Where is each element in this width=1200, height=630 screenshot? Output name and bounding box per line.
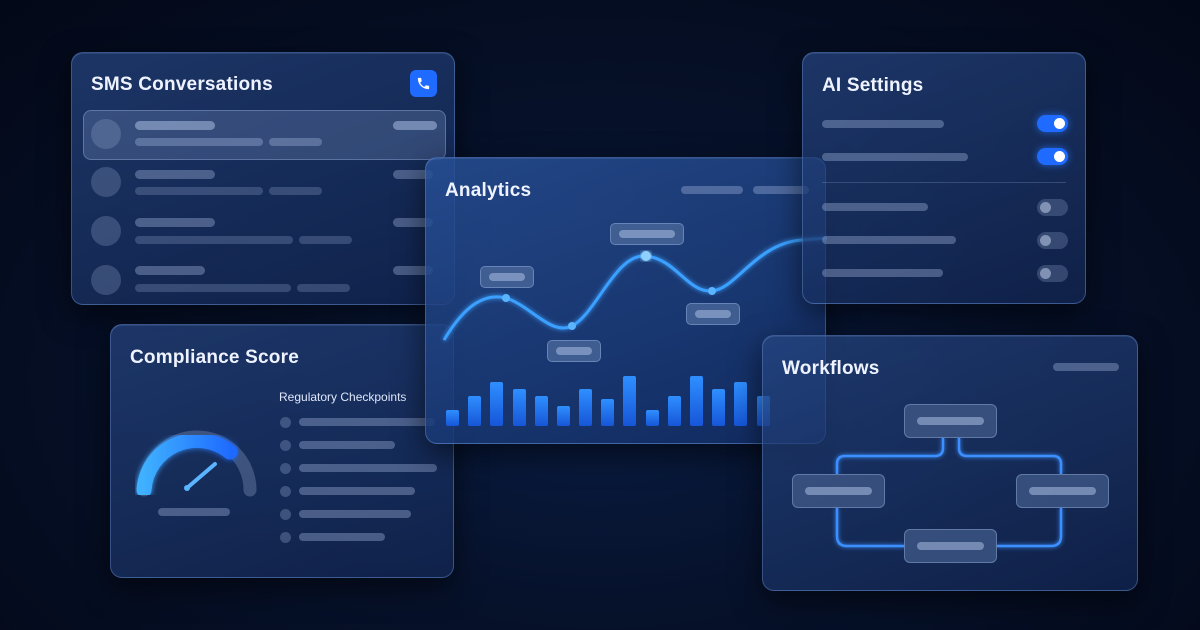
checkpoint-item — [299, 418, 435, 426]
node-label-placeholder — [917, 542, 984, 550]
checkpoint-dot — [280, 509, 291, 520]
checkpoint-dot — [280, 440, 291, 451]
message-preview-placeholder — [299, 236, 352, 244]
checkpoint-item — [299, 464, 437, 472]
message-preview-placeholder — [135, 187, 263, 195]
ai-settings-title: AI Settings — [822, 75, 924, 96]
tooltip-value-placeholder — [619, 230, 675, 238]
divider — [822, 182, 1066, 183]
score-label-placeholder — [158, 508, 230, 516]
phone-icon — [417, 77, 430, 90]
workflow-node[interactable] — [1016, 474, 1109, 508]
data-point-tooltip — [547, 340, 601, 362]
avatar — [91, 119, 121, 149]
avatar — [91, 265, 121, 295]
checkpoint-item — [299, 441, 395, 449]
tooltip-value-placeholder — [489, 273, 525, 281]
setting-toggle[interactable] — [1037, 148, 1068, 165]
setting-label-placeholder — [822, 153, 968, 161]
checkpoint-dot — [280, 532, 291, 543]
conversation-row[interactable] — [83, 110, 446, 160]
setting-toggle[interactable] — [1037, 232, 1068, 249]
workflow-node[interactable] — [904, 529, 997, 563]
checkpoint-item — [299, 510, 411, 518]
sms-conversations-panel: SMS Conversations — [71, 52, 455, 305]
setting-label-placeholder — [822, 120, 944, 128]
checkpoint-dot — [280, 417, 291, 428]
checkpoint-dot — [280, 486, 291, 497]
setting-label-placeholder — [822, 269, 943, 277]
ai-settings-panel: AI Settings — [802, 52, 1086, 304]
checkpoint-dot — [280, 463, 291, 474]
checkpoint-item — [299, 533, 385, 541]
data-point-tooltip — [610, 223, 684, 245]
compliance-panel-title: Compliance Score — [130, 347, 299, 368]
workflows-panel: Workflows — [762, 335, 1138, 591]
sms-panel-title: SMS Conversations — [91, 74, 273, 95]
tooltip-value-placeholder — [556, 347, 592, 355]
setting-toggle[interactable] — [1037, 199, 1068, 216]
avatar — [91, 167, 121, 197]
checkpoint-item — [299, 487, 415, 495]
gauge-icon — [136, 430, 257, 498]
message-preview-placeholder — [297, 284, 350, 292]
message-preview-placeholder — [135, 138, 263, 146]
setting-toggle[interactable] — [1037, 115, 1068, 132]
setting-label-placeholder — [822, 203, 928, 211]
setting-label-placeholder — [822, 236, 956, 244]
contact-name-placeholder — [135, 121, 215, 130]
call-button[interactable] — [410, 70, 437, 97]
node-label-placeholder — [917, 417, 984, 425]
data-point-tooltip — [686, 303, 740, 325]
timestamp-placeholder — [393, 121, 437, 130]
message-preview-placeholder — [135, 284, 291, 292]
avatar — [91, 216, 121, 246]
message-preview-placeholder — [135, 236, 293, 244]
data-point-tooltip — [480, 266, 534, 288]
contact-name-placeholder — [135, 266, 205, 275]
compliance-score-panel: Compliance Score Regulatory Checkpoints — [110, 324, 454, 578]
node-label-placeholder — [1029, 487, 1096, 495]
contact-name-placeholder — [135, 218, 215, 227]
tooltip-value-placeholder — [695, 310, 731, 318]
message-preview-placeholder — [269, 187, 322, 195]
message-preview-placeholder — [269, 138, 322, 146]
workflow-node[interactable] — [792, 474, 885, 508]
workflow-node[interactable] — [904, 404, 997, 438]
setting-toggle[interactable] — [1037, 265, 1068, 282]
node-label-placeholder — [805, 487, 872, 495]
checkpoints-heading: Regulatory Checkpoints — [279, 390, 407, 404]
contact-name-placeholder — [135, 170, 215, 179]
